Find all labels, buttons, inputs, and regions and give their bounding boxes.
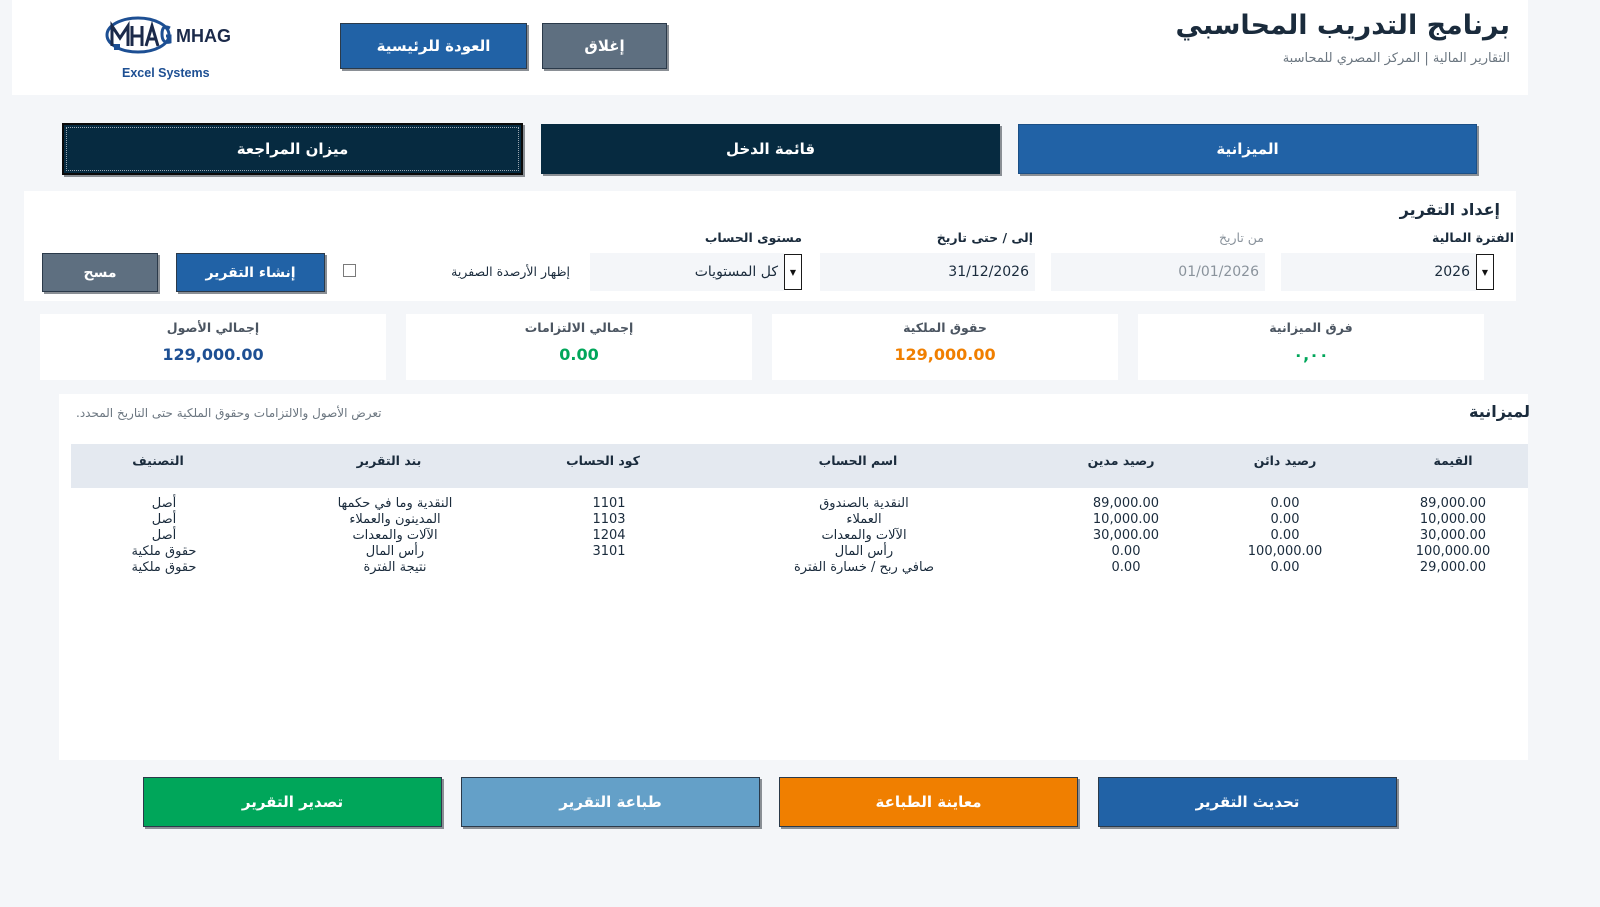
- cell-category: أصل: [151, 512, 177, 527]
- column-header-category: التصنيف: [132, 453, 184, 468]
- cell-credit: 100,000.00: [1247, 544, 1323, 559]
- summary-card-label: إجمالي الالتزامات: [524, 320, 634, 335]
- cell-report-item: الآلات والمعدات: [352, 528, 438, 543]
- cell-debit: 10,000.00: [1092, 512, 1160, 527]
- cell-value: 89,000.00: [1419, 496, 1487, 511]
- cell-debit: 0.00: [1111, 560, 1141, 575]
- fiscal-period-label: الفترة المالية: [1431, 230, 1514, 245]
- company-logo: MHAG Excel Systems: [100, 10, 240, 85]
- cell-value: 10,000.00: [1419, 512, 1487, 527]
- column-header-account-name: اسم الحساب: [818, 453, 898, 468]
- summary-card-label: حقوق الملكية: [903, 320, 987, 335]
- logo-name: MHAG: [176, 26, 231, 46]
- summary-card-label: فرق الميزانية: [1269, 320, 1353, 335]
- summary-card-value: 0.00: [559, 345, 599, 364]
- close-button[interactable]: إغلاق: [542, 23, 667, 69]
- cell-credit: 0.00: [1270, 528, 1300, 543]
- cell-account-name: الآلات والمعدات: [821, 528, 907, 543]
- column-header-account-code: كود الحساب: [566, 453, 640, 468]
- summary-card-label: إجمالي الأصول: [166, 320, 260, 335]
- column-header-value: القيمة: [1433, 453, 1473, 468]
- fiscal-period-select[interactable]: 2026: [1281, 253, 1476, 291]
- summary-card-equity: حقوق الملكية 129,000.00: [772, 314, 1118, 380]
- export-report-button[interactable]: تصدير التقرير: [143, 777, 442, 827]
- from-date-field[interactable]: 01/01/2026: [1051, 253, 1265, 291]
- column-header-credit: رصيد دائن: [1253, 453, 1317, 468]
- cell-credit: 0.00: [1270, 496, 1300, 511]
- cell-debit: 0.00: [1111, 544, 1141, 559]
- cell-account-code: 1101: [592, 496, 626, 511]
- tab-income-statement[interactable]: قائمة الدخل: [541, 124, 1000, 174]
- cell-report-item: النقدية وما في حكمها: [337, 496, 453, 511]
- print-report-button[interactable]: طباعة التقرير: [461, 777, 760, 827]
- cell-account-name: صافي ربح / خسارة الفترة: [794, 560, 934, 575]
- cell-account-code: 3101: [592, 544, 626, 559]
- cell-category: أصل: [151, 528, 177, 543]
- report-description: تعرض الأصول والالتزامات وحقوق الملكية حت…: [76, 406, 382, 420]
- from-date-label: من تاريخ: [1218, 230, 1264, 245]
- chevron-down-icon[interactable]: ▼: [1476, 254, 1494, 290]
- clear-button[interactable]: مسح: [42, 253, 158, 292]
- chevron-down-icon[interactable]: ▼: [784, 254, 802, 290]
- show-zero-balances-checkbox[interactable]: [343, 264, 356, 277]
- cell-report-item: نتيجة الفترة: [363, 560, 427, 575]
- app-title: برنامج التدريب المحاسبي: [1175, 10, 1510, 41]
- cell-credit: 0.00: [1270, 560, 1300, 575]
- cell-account-name: العملاء: [846, 512, 882, 527]
- account-level-label: مستوى الحساب: [704, 230, 802, 245]
- show-zero-balances-label: إظهار الأرصدة الصفرية: [451, 264, 570, 279]
- cell-report-item: المدينون والعملاء: [349, 512, 441, 527]
- tab-balance-sheet[interactable]: الميزانية: [1018, 124, 1477, 174]
- to-date-label: إلى / حتى تاريخ: [936, 230, 1033, 245]
- cell-value: 100,000.00: [1415, 544, 1491, 559]
- cell-credit: 0.00: [1270, 512, 1300, 527]
- tab-trial-balance[interactable]: ميزان المراجعة: [62, 123, 523, 175]
- logo-mark-icon: [105, 16, 172, 54]
- cell-account-name: النقدية بالصندوق: [819, 496, 909, 511]
- summary-card-value: 129,000.00: [162, 345, 264, 364]
- summary-card-liabilities: إجمالي الالتزامات 0.00: [406, 314, 752, 380]
- summary-card-assets: إجمالي الأصول 129,000.00: [40, 314, 386, 380]
- cell-account-name: رأس المال: [834, 544, 894, 559]
- cell-value: 29,000.00: [1419, 560, 1487, 575]
- cell-account-code: 1103: [592, 512, 626, 527]
- cell-category: حقوق ملكية: [131, 560, 197, 575]
- home-button[interactable]: العودة للرئيسية: [340, 23, 527, 69]
- column-header-report-item: بند التقرير: [356, 453, 422, 468]
- refresh-report-button[interactable]: تحديث التقرير: [1098, 777, 1397, 827]
- to-date-field[interactable]: 31/12/2026: [820, 253, 1035, 291]
- cell-account-code: 1204: [592, 528, 626, 543]
- column-header-debit: رصيد مدين: [1087, 453, 1155, 468]
- summary-card-value: ٠,٠٠: [1293, 345, 1329, 364]
- cell-category: أصل: [151, 496, 177, 511]
- cell-debit: 89,000.00: [1092, 496, 1160, 511]
- account-level-select[interactable]: كل المستويات: [590, 253, 784, 291]
- cell-debit: 30,000.00: [1092, 528, 1160, 543]
- print-preview-button[interactable]: معاينة الطباعة: [779, 777, 1078, 827]
- cell-value: 30,000.00: [1419, 528, 1487, 543]
- generate-report-button[interactable]: إنشاء التقرير: [176, 253, 325, 292]
- app-subtitle: التقارير المالية | المركز المصري للمحاسب…: [1282, 51, 1510, 66]
- logo-subtitle: Excel Systems: [122, 66, 210, 80]
- setup-title: إعداد التقرير: [1399, 200, 1500, 219]
- cell-report-item: رأس المال: [365, 544, 425, 559]
- summary-card-value: 129,000.00: [894, 345, 996, 364]
- report-title: لميزانية: [1469, 402, 1530, 421]
- summary-card-balance-difference: فرق الميزانية ٠,٠٠: [1138, 314, 1484, 380]
- cell-category: حقوق ملكية: [131, 544, 197, 559]
